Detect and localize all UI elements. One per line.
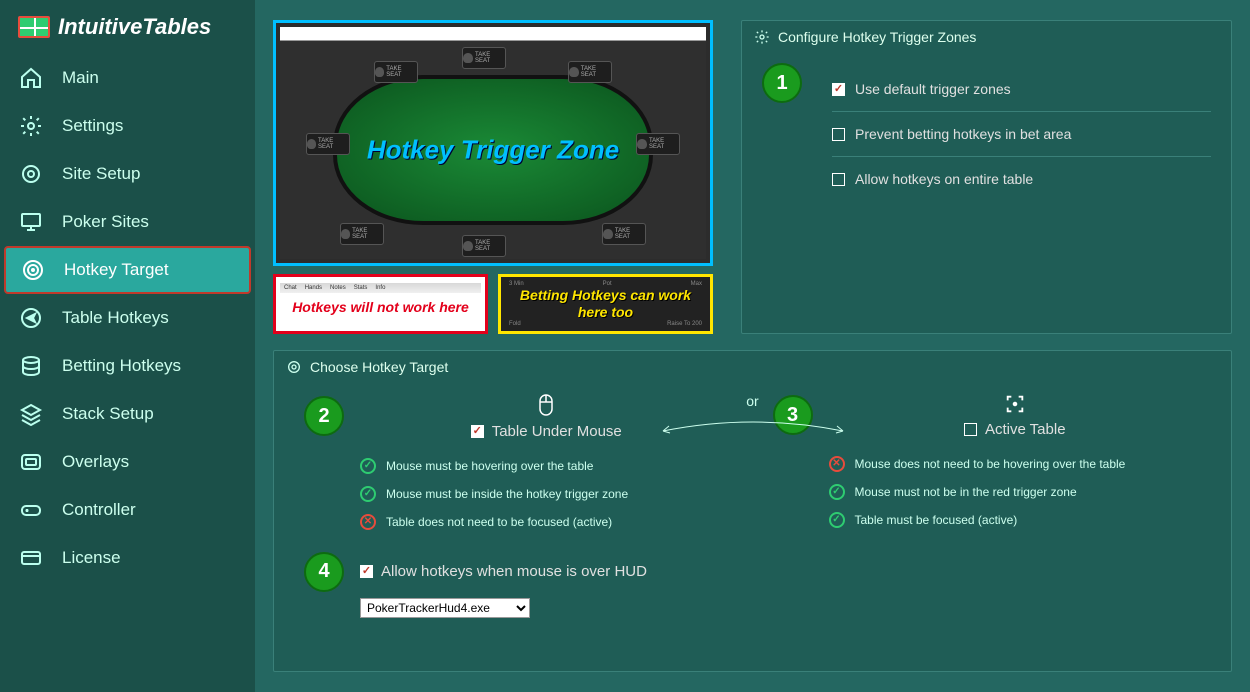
checkbox-icon [360,565,373,578]
step-4-badge: 4 [304,552,344,592]
target-icon [20,257,46,283]
panel-title: Choose Hotkey Target [310,359,448,375]
home-icon [18,65,44,91]
window-titlebar [280,27,706,41]
sidebar-item-controller[interactable]: Controller [0,486,255,534]
opt-label: Allow hotkeys when mouse is over HUD [381,563,647,580]
gear-icon [754,29,770,45]
sidebar-item-label: Betting Hotkeys [62,356,181,376]
sidebar-item-main[interactable]: Main [0,54,255,102]
main-content: TAKE SEAT TAKE SEAT TAKE SEAT TAKE SEAT … [255,0,1250,692]
sidebar-item-site-setup[interactable]: Site Setup [0,150,255,198]
hud-exe-select[interactable]: PokerTrackerHud4.exe [360,598,530,618]
opt-label: Prevent betting hotkeys in bet area [855,126,1071,142]
target-under-mouse-option[interactable]: Table Under Mouse [471,423,622,440]
layers-icon [18,401,44,427]
opt-entire-table[interactable]: Allow hotkeys on entire table [832,157,1211,201]
target-label-text: Table Under Mouse [492,423,622,440]
bullet: ✓Table must be focused (active) [829,506,1202,534]
trigger-zone-diagram: TAKE SEAT TAKE SEAT TAKE SEAT TAKE SEAT … [273,20,713,334]
bullet: ✓Mouse must not be in the red trigger zo… [829,478,1202,506]
bullet: ✕Mouse does not need to be hovering over… [829,450,1202,478]
sidebar-item-poker-sites[interactable]: Poker Sites [0,198,255,246]
database-icon [18,353,44,379]
sidebar-item-label: Hotkey Target [64,260,169,280]
sidebar-item-label: Stack Setup [62,404,154,424]
red-zone-box: ChatHandsNotesStatsInfo Hotkeys will not… [273,274,488,334]
gear-icon [18,113,44,139]
sidebar-item-settings[interactable]: Settings [0,102,255,150]
seat: TAKE SEAT [568,61,612,83]
overlay-icon [18,449,44,475]
seat: TAKE SEAT [462,235,506,257]
app-logo: IntuitiveTables [0,6,255,54]
gamepad-icon [18,497,44,523]
monitor-icon [18,209,44,235]
poker-window: TAKE SEAT TAKE SEAT TAKE SEAT TAKE SEAT … [273,20,713,266]
sidebar-item-table-hotkeys[interactable]: Table Hotkeys [0,294,255,342]
opt-label: Use default trigger zones [855,81,1011,97]
seat: TAKE SEAT [340,223,384,245]
cross-icon: ✕ [829,456,845,472]
card-icon [18,545,44,571]
trigger-zone-label: Hotkey Trigger Zone [367,135,619,166]
cog-icon [18,161,44,187]
focus-icon [1004,393,1026,415]
sidebar-item-label: Table Hotkeys [62,308,169,328]
cross-icon: ✕ [360,514,376,530]
seat: TAKE SEAT [374,61,418,83]
checkbox-icon [832,83,845,96]
sidebar-item-label: Main [62,68,99,88]
check-icon: ✓ [360,458,376,474]
checkbox-icon [471,425,484,438]
check-icon: ✓ [829,512,845,528]
check-icon: ✓ [829,484,845,500]
arrow-circle-icon [18,305,44,331]
opt-prevent-bet-area[interactable]: Prevent betting hotkeys in bet area [832,112,1211,157]
sidebar-item-label: Overlays [62,452,129,472]
opt-default-zones[interactable]: Use default trigger zones [832,67,1211,112]
target-icon [286,359,302,375]
sidebar: IntuitiveTables Main Settings Site Setup… [0,0,255,692]
sidebar-item-stack-setup[interactable]: Stack Setup [0,390,255,438]
seat: TAKE SEAT [306,133,350,155]
sidebar-item-hotkey-target[interactable]: Hotkey Target [4,246,251,294]
sidebar-item-label: Site Setup [62,164,140,184]
checkbox-icon [832,173,845,186]
choose-target-panel: Choose Hotkey Target or 2 [273,350,1232,672]
sidebar-item-label: Controller [62,500,136,520]
configure-panel: Configure Hotkey Trigger Zones 1 Use def… [741,20,1232,334]
yellow-zone-box: 3 MinPotMax Betting Hotkeys can work her… [498,274,713,334]
panel-title: Configure Hotkey Trigger Zones [778,29,976,45]
sidebar-item-label: Poker Sites [62,212,149,232]
swap-arrow-icon [653,417,853,437]
bullet: ✕Table does not need to be focused (acti… [360,508,733,536]
logo-icon [18,16,50,38]
opt-allow-hud[interactable]: Allow hotkeys when mouse is over HUD [360,563,647,580]
target-label-text: Active Table [985,421,1066,438]
opt-label: Allow hotkeys on entire table [855,171,1033,187]
seat: TAKE SEAT [602,223,646,245]
checkbox-icon [964,423,977,436]
red-zone-text: Hotkeys will not work here [280,299,481,315]
step-2-badge: 2 [304,396,344,436]
bullet: ✓Mouse must be hovering over the table [360,452,733,480]
checkbox-icon [832,128,845,141]
sidebar-item-license[interactable]: License [0,534,255,582]
logo-text: IntuitiveTables [58,14,211,40]
step-1-badge: 1 [762,63,802,103]
sidebar-item-label: Settings [62,116,123,136]
mouse-icon [536,393,556,417]
target-active-table-option[interactable]: Active Table [964,421,1066,438]
sidebar-item-betting-hotkeys[interactable]: Betting Hotkeys [0,342,255,390]
yellow-zone-text: Betting Hotkeys can work here too [505,287,706,321]
target-active-table: 3 Active Table [773,393,1202,534]
seat: TAKE SEAT [636,133,680,155]
bullet: ✓Mouse must be inside the hotkey trigger… [360,480,733,508]
sidebar-item-overlays[interactable]: Overlays [0,438,255,486]
or-label: or [746,393,758,409]
seat: TAKE SEAT [462,47,506,69]
sidebar-item-label: License [62,548,121,568]
check-icon: ✓ [360,486,376,502]
